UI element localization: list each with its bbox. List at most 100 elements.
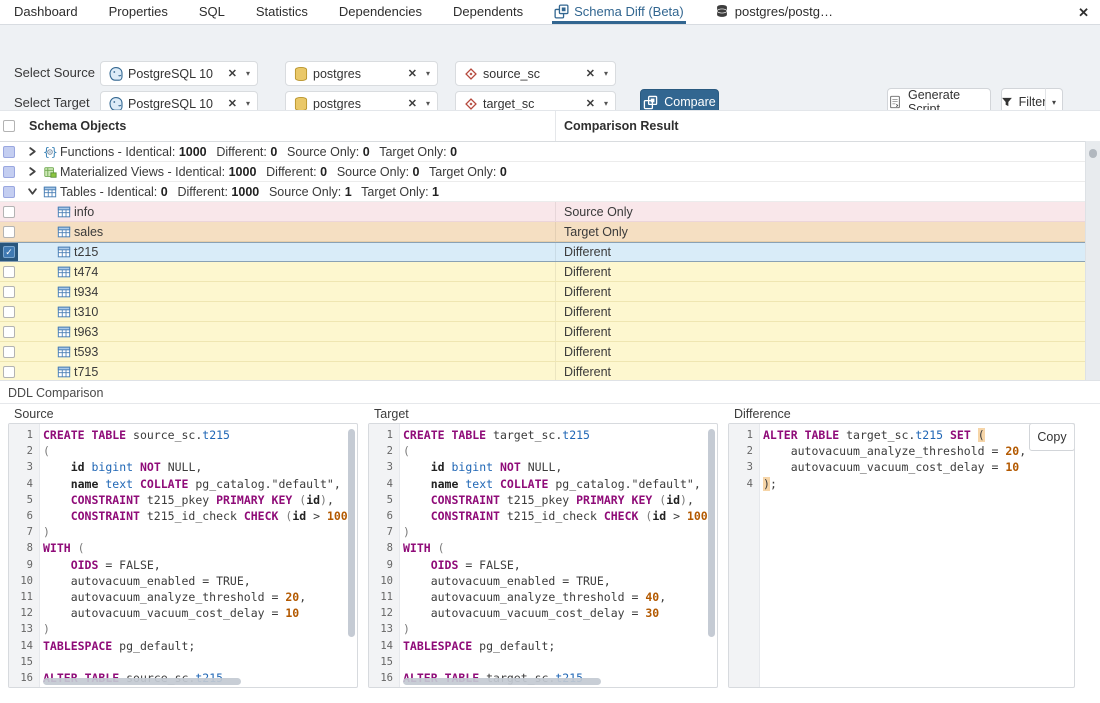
caret-down-icon[interactable]: ▾: [246, 69, 250, 78]
table-row-t215[interactable]: ✓t215Different: [0, 242, 1086, 262]
group-row-functions[interactable]: {}Functions - Identical: 1000 Different:…: [0, 142, 1086, 162]
row-checkbox[interactable]: [3, 226, 15, 238]
tab-properties[interactable]: Properties: [107, 0, 170, 24]
tables-icon: [57, 265, 71, 279]
line-number: 2: [729, 443, 763, 459]
source-server-select[interactable]: PostgreSQL 10 ✕ ▾: [100, 61, 258, 86]
table-row-sales[interactable]: sales Target Only: [0, 222, 1086, 242]
compare-icon: [643, 95, 658, 110]
row-checkbox[interactable]: [3, 306, 15, 318]
code-line: 1CREATE TABLE target_sc.t215: [369, 427, 717, 443]
grid-header-row: Schema Objects Comparison Result: [0, 111, 1100, 142]
clear-icon[interactable]: ✕: [408, 97, 417, 110]
group-checkbox[interactable]: [3, 146, 15, 158]
clear-icon[interactable]: ✕: [586, 97, 595, 110]
table-name: t215: [74, 245, 98, 259]
difference-ddl-editor[interactable]: 1ALTER TABLE target_sc.t215 SET (2 autov…: [728, 423, 1075, 688]
group-row-materialized-views[interactable]: Materialized Views - Identical: 1000 Dif…: [0, 162, 1086, 182]
group-checkbox[interactable]: [3, 186, 15, 198]
table-name: t474: [74, 265, 98, 279]
chevron-right-icon[interactable]: [26, 147, 38, 156]
line-number: 5: [369, 492, 403, 508]
table-row-info[interactable]: infoSource Only: [0, 202, 1086, 222]
source-database-value: postgres: [313, 67, 402, 81]
row-checkbox[interactable]: [3, 206, 15, 218]
source-schema-select[interactable]: source_sc ✕ ▾: [455, 61, 616, 86]
horizontal-scrollbar-thumb[interactable]: [403, 678, 601, 685]
clear-icon[interactable]: ✕: [408, 67, 417, 80]
target-schema-value: target_sc: [483, 97, 580, 111]
comparison-result-value: Different: [555, 342, 1086, 361]
table-row-t934[interactable]: t934Different: [0, 282, 1086, 302]
comparison-grid: Schema Objects Comparison Result {}Funct…: [0, 110, 1100, 380]
grid-scrollbar-thumb[interactable]: [1089, 149, 1097, 158]
caret-down-icon[interactable]: ▾: [604, 69, 608, 78]
tab-dependencies[interactable]: Dependencies: [337, 0, 424, 24]
source-server-value: PostgreSQL 10: [128, 67, 222, 81]
clear-icon[interactable]: ✕: [228, 67, 237, 80]
row-checkbox[interactable]: [3, 286, 15, 298]
group-checkbox[interactable]: [3, 166, 15, 178]
code-line: 11 autovacuum_analyze_threshold = 20,: [9, 589, 357, 605]
horizontal-scrollbar-thumb[interactable]: [43, 678, 241, 685]
caret-down-icon[interactable]: ▾: [604, 99, 608, 108]
table-name: sales: [74, 225, 103, 239]
target-database-value: postgres: [313, 97, 402, 111]
target-ddl-editor[interactable]: 1CREATE TABLE target_sc.t2152(3 id bigin…: [368, 423, 718, 688]
line-number: 16: [9, 670, 43, 686]
tables-icon: [57, 285, 71, 299]
chevron-right-icon[interactable]: [26, 167, 38, 176]
code-line: 8WITH (: [9, 540, 357, 556]
tables-icon: [57, 245, 71, 259]
caret-down-icon[interactable]: ▾: [246, 99, 250, 108]
row-checkbox[interactable]: [3, 326, 15, 338]
table-row-t474[interactable]: t474Different: [0, 262, 1086, 282]
line-number: 9: [9, 557, 43, 573]
row-checkbox[interactable]: [3, 366, 15, 378]
schema-objects-header[interactable]: Schema Objects: [29, 119, 126, 133]
comparison-result-value: Target Only: [555, 222, 1086, 241]
tab-dependents[interactable]: Dependents: [451, 0, 525, 24]
group-row-tables[interactable]: Tables - Identical: 0 Different: 1000 So…: [0, 182, 1086, 202]
caret-down-icon[interactable]: ▾: [426, 69, 430, 78]
row-checkbox[interactable]: ✓: [3, 246, 15, 258]
line-number: 1: [369, 427, 403, 443]
table-row-t310[interactable]: t310Different: [0, 302, 1086, 322]
difference-pane-label: Difference: [734, 407, 791, 421]
line-number: 2: [9, 443, 43, 459]
select-all-checkbox[interactable]: [3, 120, 15, 132]
table-row-t963[interactable]: t963Different: [0, 322, 1086, 342]
source-ddl-editor[interactable]: 1CREATE TABLE source_sc.t2152(3 id bigin…: [8, 423, 358, 688]
postgresql-server-icon: [108, 66, 124, 82]
code-line: 7): [369, 524, 717, 540]
code-line: 3 id bigint NOT NULL,: [369, 459, 717, 475]
clear-icon[interactable]: ✕: [228, 97, 237, 110]
select-target-label: Select Target: [14, 95, 90, 110]
code-line: 6 CONSTRAINT t215_id_check CHECK (id > 1…: [369, 508, 717, 524]
tab-statistics[interactable]: Statistics: [254, 0, 310, 24]
clear-icon[interactable]: ✕: [586, 67, 595, 80]
chevron-down-icon[interactable]: [26, 187, 38, 196]
tab-postgres-postg[interactable]: postgres/postg…: [713, 0, 835, 24]
row-checkbox[interactable]: [3, 266, 15, 278]
row-checkbox[interactable]: [3, 346, 15, 358]
close-icon[interactable]: ✕: [1078, 5, 1089, 21]
source-schema-value: source_sc: [483, 67, 580, 81]
copy-button[interactable]: Copy: [1029, 423, 1075, 451]
code-line: 3 autovacuum_vacuum_cost_delay = 10: [729, 459, 1074, 475]
table-row-t593[interactable]: t593Different: [0, 342, 1086, 362]
filter-button-label: Filter: [1019, 95, 1047, 109]
source-database-select[interactable]: postgres ✕ ▾: [285, 61, 438, 86]
code-line: 2 autovacuum_analyze_threshold = 20,: [729, 443, 1074, 459]
tab-sql[interactable]: SQL: [197, 0, 227, 24]
vertical-scrollbar-thumb[interactable]: [348, 429, 355, 637]
table-name: t715: [74, 365, 98, 379]
line-number: 7: [369, 524, 403, 540]
table-row-t715[interactable]: t715Different: [0, 362, 1086, 382]
grid-scrollbar[interactable]: [1085, 141, 1100, 380]
vertical-scrollbar-thumb[interactable]: [708, 429, 715, 637]
tab-schema-diff-beta[interactable]: Schema Diff (Beta): [552, 0, 686, 24]
caret-down-icon[interactable]: ▾: [426, 99, 430, 108]
tab-dashboard[interactable]: Dashboard: [12, 0, 80, 24]
comparison-result-header[interactable]: Comparison Result: [555, 111, 1100, 141]
